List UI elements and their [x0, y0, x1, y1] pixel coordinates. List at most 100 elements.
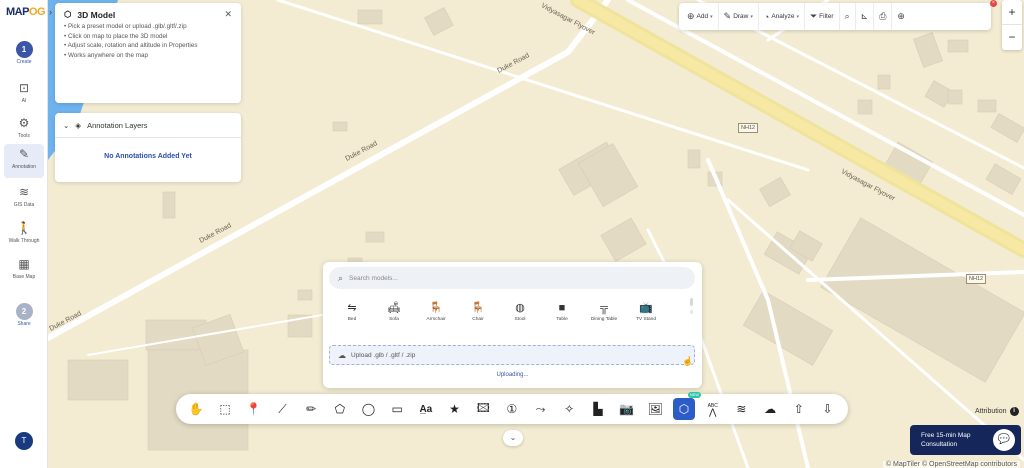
sidebar-item-label: Base Map	[12, 274, 36, 280]
sidebar-item-base-map[interactable]: ▦ Base Map	[4, 254, 44, 288]
toolbar-collapse-chevron-icon[interactable]: ⌄	[503, 430, 523, 446]
model-item[interactable]: 🪑 Chair	[457, 300, 499, 322]
base-map-icon: ▦	[18, 257, 30, 271]
new-badge: NEW	[687, 392, 702, 398]
sofa-icon: 🛋	[387, 302, 401, 314]
step-one-badge: 1	[15, 41, 33, 58]
building-icon[interactable]: ▙	[587, 398, 609, 420]
panel-title: 3D Model	[77, 9, 116, 20]
text-icon[interactable]: A̲a	[415, 398, 437, 420]
bottom-toolbar: ✋ ⬚ 📍 ⟋ ✏ ⬠ ◯ ▭ A̲a ★ 🖾 ① ⤳ ✧ ▙ 📷 🖼 ⬡ NEW…	[176, 392, 848, 424]
sidebar-item-label: Share	[17, 321, 31, 327]
model-item[interactable]: ■ Table	[541, 300, 583, 322]
locate-button[interactable]: ⊕	[892, 3, 910, 30]
share-upload-icon[interactable]: ⇧	[788, 398, 810, 420]
consultation-banner[interactable]: Free 15-min Map Consultation 💬	[910, 425, 1021, 455]
sidebar-item-share[interactable]: 2 Share	[4, 300, 44, 334]
polygon-icon[interactable]: ⬠	[329, 398, 351, 420]
freehand-shape-icon[interactable]: ✧	[558, 398, 580, 420]
zoom-in-button[interactable]: +	[1002, 0, 1022, 25]
upload-status: Uploading...	[496, 372, 529, 378]
user-avatar[interactable]: T	[15, 432, 33, 450]
sidebar-item-gis-data[interactable]: ≋ GIS Data	[4, 182, 44, 216]
model-item[interactable]: 🪑 Armchair	[415, 300, 457, 322]
add-button[interactable]: ⊕ Add ▾	[682, 3, 719, 30]
caret-down-icon: ▾	[750, 13, 753, 20]
photo-icon[interactable]: 🖼	[644, 398, 666, 420]
weather-icon[interactable]: ☁	[759, 398, 781, 420]
wind-icon[interactable]: ≋	[730, 398, 752, 420]
search-button[interactable]: ⌕	[840, 3, 856, 30]
model-item[interactable]: 🛋 Sofa	[373, 300, 415, 322]
close-icon[interactable]: ✕	[224, 9, 232, 20]
annotation-brush-icon: ✎	[18, 147, 30, 161]
attribution-button[interactable]: Attribution i	[975, 407, 1019, 416]
sidebar-item-create[interactable]: 1 Create	[4, 38, 44, 72]
label-icon[interactable]: ABC ⋀	[702, 398, 724, 420]
annotation-layers-header[interactable]: ⌄ ◈ Annotation Layers	[55, 113, 241, 138]
pencil-icon: ✎	[723, 11, 732, 21]
sidebar-item-ai[interactable]: ⊡ AI	[4, 78, 44, 112]
3d-model-icon[interactable]: ⬡ NEW	[673, 392, 702, 420]
model-item[interactable]: 📺 TV Stand	[625, 300, 667, 322]
route-icon[interactable]: ⤳	[530, 398, 552, 420]
download-icon[interactable]: ⇩	[816, 398, 838, 420]
tv-stand-icon: 📺	[639, 302, 653, 314]
caret-down-icon: ▾	[796, 13, 799, 20]
model-grid: ⇋ Bed 🛋 Sofa 🪑 Armchair 🪑 Chair ◍ Stool ■ Table ╦ Din…	[331, 300, 681, 322]
sidebar-item-annotation[interactable]: ✎ Annotation	[4, 144, 44, 178]
star-icon[interactable]: ★	[444, 398, 466, 420]
zoom-out-button[interactable]: −	[1002, 25, 1022, 50]
marker-pin-icon[interactable]: 📍	[243, 398, 265, 420]
search-icon: ⌕	[338, 272, 344, 283]
measure-button[interactable]: ⊾	[856, 3, 875, 30]
line-icon[interactable]: ⟋	[271, 398, 293, 420]
sidebar-item-walk-through[interactable]: 🚶 Walk Through	[4, 218, 44, 252]
filter-button[interactable]: ⏷ Filter	[805, 3, 840, 30]
sidebar-item-label: AI	[21, 98, 27, 104]
model-label: Armchair	[426, 317, 446, 322]
sidebar-collapse-chevron-icon[interactable]: ›	[49, 7, 52, 17]
draw-button[interactable]: ✎ Draw ▾	[719, 3, 759, 30]
sidebar-item-tools[interactable]: ⚙ Tools	[4, 113, 44, 147]
model-picker-panel: ⌕ ⇋ Bed 🛋 Sofa 🪑 Armchair 🪑 Chair ◍ Stool ■ Table ╦ D…	[323, 262, 702, 388]
top-toolbar: ⊕ Add ▾ ✎ Draw ▾ ◔ Analyze ▾ ⏷ Filter ⌕ ⊾ ⎙ ⊕	[679, 3, 991, 30]
model-item[interactable]: ╦ Dining Table	[583, 300, 625, 322]
circle-icon[interactable]: ◯	[357, 398, 379, 420]
chair-icon: 🪑	[471, 302, 485, 314]
instruction-item: • Pick a preset model or upload .glb/.gl…	[64, 23, 187, 30]
model-item[interactable]: ⇋ Bed	[331, 300, 373, 322]
camera-icon[interactable]: 📷	[616, 398, 638, 420]
app-logo[interactable]: MAPOG	[6, 6, 46, 18]
close-toolbar-badge-icon[interactable]: ×	[990, 0, 997, 7]
sidebar-item-label: Walk Through	[8, 238, 40, 244]
highway-shield-nh12: NH12	[966, 274, 987, 284]
model-label: Dining Table	[590, 317, 618, 322]
gis-data-icon: ≋	[18, 185, 30, 199]
rectangle-icon[interactable]: ▭	[386, 398, 408, 420]
search-icon: ⌕	[844, 11, 850, 21]
sidebar-item-label: Create	[16, 59, 32, 65]
model-item[interactable]: ◍ Stool	[499, 300, 541, 322]
model-search-input[interactable]	[349, 274, 650, 282]
dining-table-icon: ╦	[600, 302, 608, 314]
model-list-scrollbar[interactable]	[690, 298, 693, 314]
pan-hand-icon[interactable]: ✋	[185, 398, 207, 420]
upload-model-button[interactable]: ☁ Upload .glb / .gltf / .zip	[329, 345, 695, 365]
step-two-badge: 2	[15, 303, 33, 320]
print-button[interactable]: ⎙	[874, 3, 893, 30]
plus-circle-icon: ⊕	[687, 11, 695, 21]
pen-icon[interactable]: ✏	[300, 398, 322, 420]
zoom-control: + −	[1002, 0, 1022, 50]
sidebar-item-label: GIS Data	[13, 202, 35, 208]
number-marker-icon[interactable]: ①	[501, 398, 523, 420]
instruction-item: • Works anywhere on the map	[64, 51, 148, 59]
print-icon: ⎙	[879, 11, 887, 21]
chat-bubble-icon[interactable]: 💬	[993, 429, 1015, 451]
analyze-button[interactable]: ◔ Analyze ▾	[759, 3, 805, 30]
mouse-pointer-icon: ☝	[682, 356, 694, 366]
bed-icon: ⇋	[347, 302, 357, 314]
chevron-down-icon[interactable]: ⌄	[63, 121, 69, 130]
select-area-icon[interactable]: ⬚	[214, 398, 236, 420]
image-icon[interactable]: 🖾	[472, 398, 494, 420]
